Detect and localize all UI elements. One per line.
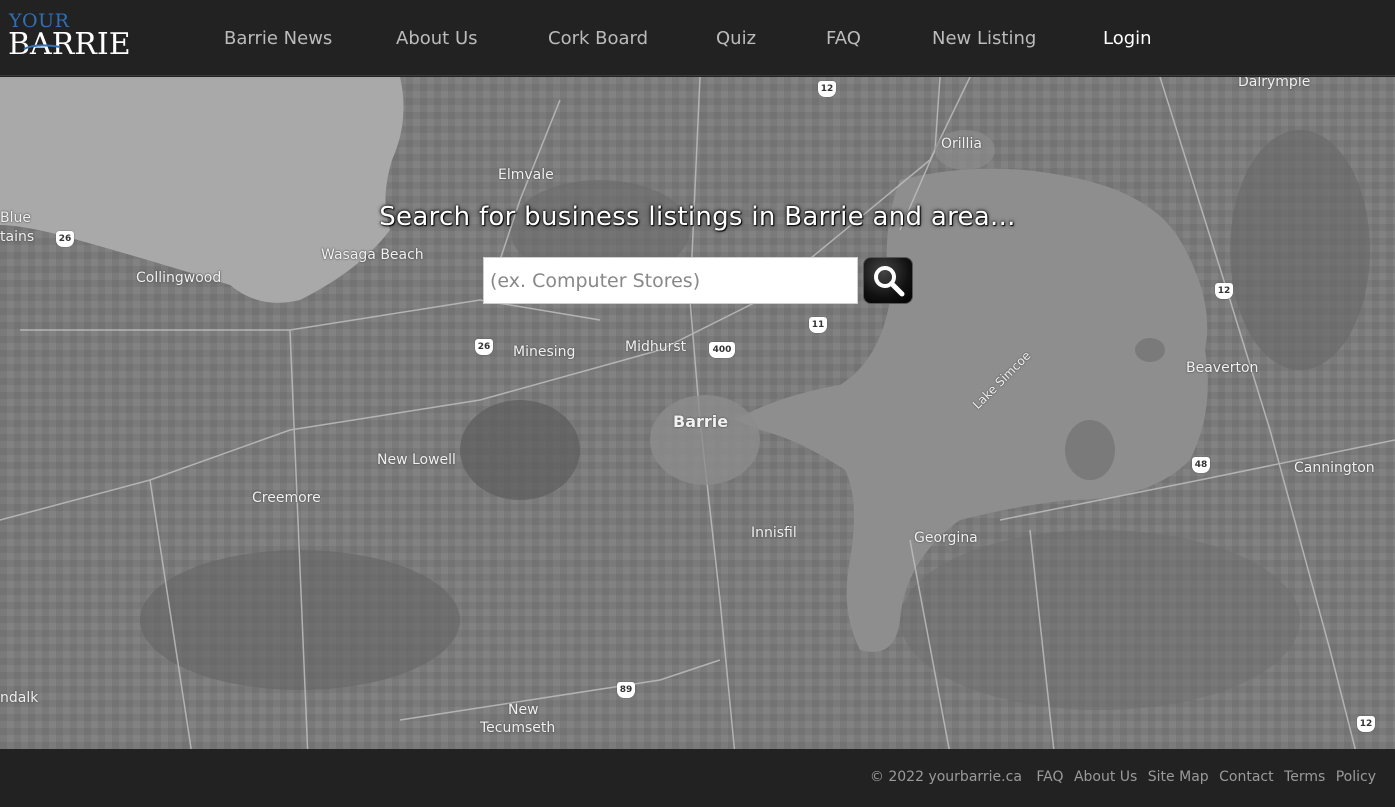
map-label-midhurst: Midhurst	[625, 339, 687, 355]
map-label-orillia: Orillia	[941, 136, 982, 152]
footer-link-about-us[interactable]: About Us	[1074, 769, 1137, 785]
footer-link-terms[interactable]: Terms	[1284, 769, 1325, 785]
map-label-minesing: Minesing	[513, 344, 576, 360]
search-button[interactable]	[863, 257, 913, 304]
site-header: YOUR BARRIE Barrie News About Us Cork Bo…	[0, 0, 1395, 76]
nav-login[interactable]: Login	[1103, 28, 1152, 49]
nav-cork-board[interactable]: Cork Board	[548, 28, 648, 49]
footer-link-contact[interactable]: Contact	[1219, 769, 1273, 785]
highway-shield: 11	[809, 317, 827, 333]
nav-barrie-news[interactable]: Barrie News	[224, 28, 332, 49]
map-label-wasaga-beach: Wasaga Beach	[321, 247, 424, 263]
highway-shield: 26	[56, 231, 74, 247]
site-logo[interactable]: YOUR BARRIE	[8, 10, 140, 66]
footer-copyright: © 2022 yourbarrie.ca	[869, 769, 1022, 785]
map-label-dalrymple: Dalrymple	[1238, 77, 1311, 90]
map-label-creemore: Creemore	[252, 490, 321, 506]
highway-shield: 48	[1192, 457, 1210, 473]
map-label-elmvale: Elmvale	[498, 167, 554, 183]
map-label-new-lowell: New Lowell	[377, 452, 456, 468]
map-label-beaverton: Beaverton	[1186, 360, 1259, 376]
site-footer: © 2022 yourbarrie.ca FAQ About Us Site M…	[0, 749, 1395, 807]
search-icon	[874, 266, 905, 297]
nav-about-us[interactable]: About Us	[396, 28, 478, 49]
footer-link-site-map[interactable]: Site Map	[1148, 769, 1209, 785]
map-label-cannington: Cannington	[1294, 460, 1375, 476]
logo-swoosh-icon	[23, 44, 61, 50]
footer-link-policy[interactable]: Policy	[1336, 769, 1376, 785]
map-label-innisfil: Innisfil	[751, 525, 797, 541]
footer-links: © 2022 yourbarrie.ca FAQ About Us Site M…	[864, 769, 1376, 785]
map-label-new: New	[508, 702, 539, 718]
search-input[interactable]	[483, 257, 858, 304]
highway-shield: 12	[1357, 716, 1375, 732]
nav-new-listing[interactable]: New Listing	[932, 28, 1036, 49]
highway-shield: 12	[1215, 283, 1233, 299]
highway-shield: 89	[617, 682, 635, 698]
map-label-barrie: Barrie	[673, 412, 729, 431]
map-label-ndalk: ndalk	[0, 690, 39, 706]
map-label-tecumseth: Tecumseth	[480, 720, 556, 736]
search-heading: Search for business listings in Barrie a…	[379, 202, 1016, 232]
nav-faq[interactable]: FAQ	[826, 28, 861, 49]
nav-quiz[interactable]: Quiz	[716, 28, 756, 49]
highway-shield: 12	[818, 81, 836, 97]
map-hero: Dalrymple Orillia Elmvale Blue tains Was…	[0, 77, 1395, 749]
highway-shield: 26	[475, 339, 493, 355]
highway-shield: 400	[709, 342, 735, 358]
map-label-georgina: Georgina	[914, 530, 978, 546]
map-label-collingwood: Collingwood	[136, 270, 222, 286]
footer-link-faq[interactable]: FAQ	[1036, 769, 1063, 785]
